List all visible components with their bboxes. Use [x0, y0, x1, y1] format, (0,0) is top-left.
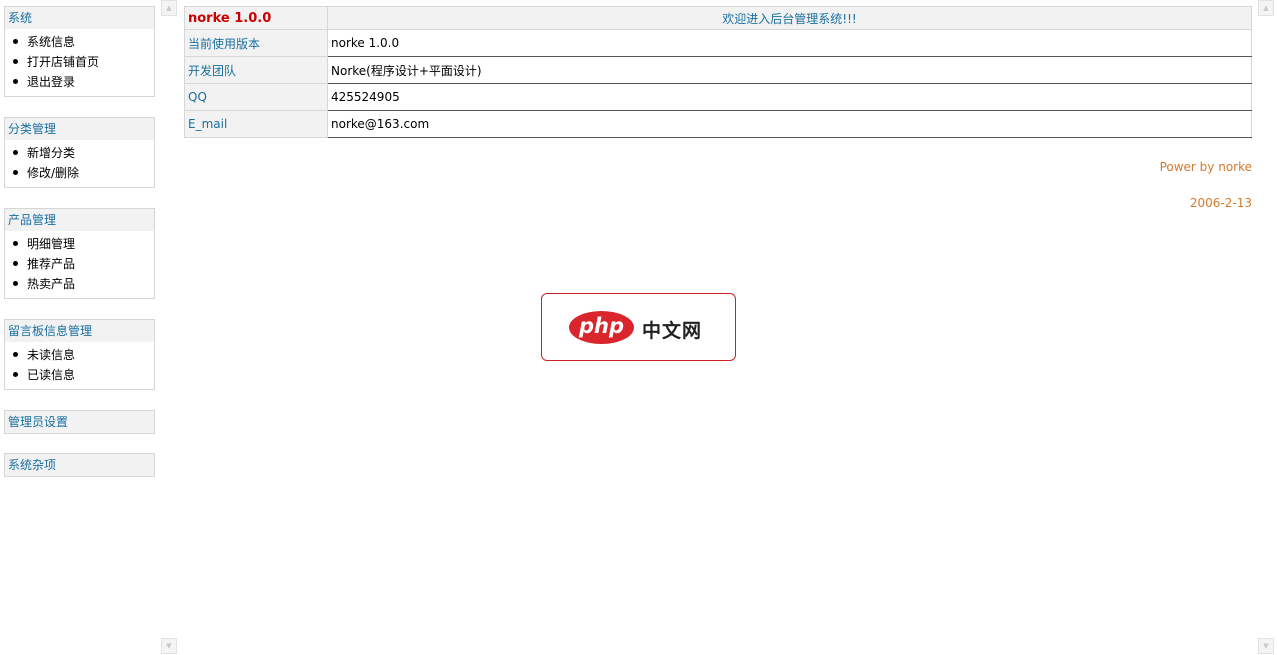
menu-item-logout[interactable]: 退出登录 — [5, 72, 154, 92]
php-logo-oval: php — [569, 311, 634, 344]
row-value: norke 1.0.0 — [327, 29, 1252, 57]
table-row: E_mail norke@163.com — [184, 110, 1252, 138]
menu-group-title[interactable]: 管理员设置 — [5, 411, 154, 433]
menu-item-add-category[interactable]: 新增分类 — [5, 143, 154, 163]
row-label: 当前使用版本 — [184, 29, 328, 57]
table-row: QQ 425524905 — [184, 83, 1252, 111]
system-info-table: norke 1.0.0 欢迎进入后台管理系统!!! 当前使用版本 norke 1… — [184, 6, 1252, 138]
menu-group-category: 分类管理 新增分类 修改/删除 — [4, 117, 155, 188]
menu-item-system-info[interactable]: 系统信息 — [5, 32, 154, 52]
bullet-icon — [13, 170, 18, 175]
row-label: E_mail — [184, 110, 328, 138]
table-row: 开发团队 Norke(程序设计+平面设计) — [184, 56, 1252, 84]
menu-group-title[interactable]: 系统 — [5, 7, 154, 29]
menu-group-title[interactable]: 分类管理 — [5, 118, 154, 140]
row-label: 开发团队 — [184, 56, 328, 84]
date-text: 2006-2-13 — [1189, 196, 1252, 210]
menu-item-unread[interactable]: 未读信息 — [5, 345, 154, 365]
power-by-text: Power by norke — [1159, 160, 1252, 174]
bullet-icon — [13, 59, 18, 64]
scroll-down-arrow-icon[interactable]: ▼ — [1258, 638, 1274, 654]
bullet-icon — [13, 79, 18, 84]
sidebar-menu: 系统 系统信息 打开店铺首页 退出登录 分类管理 新增分类 修改/删除 产品管理… — [0, 0, 160, 655]
menu-item-open-shop[interactable]: 打开店铺首页 — [5, 52, 154, 72]
row-value: 425524905 — [327, 83, 1252, 111]
bullet-icon — [13, 39, 18, 44]
bullet-icon — [13, 241, 18, 246]
bullet-icon — [13, 352, 18, 357]
menu-item-hot[interactable]: 热卖产品 — [5, 274, 154, 294]
menu-item-recommended[interactable]: 推荐产品 — [5, 254, 154, 274]
scroll-up-arrow-icon[interactable]: ▲ — [161, 0, 177, 16]
menu-group-title[interactable]: 留言板信息管理 — [5, 320, 154, 342]
row-label: QQ — [184, 83, 328, 111]
menu-group-system: 系统 系统信息 打开店铺首页 退出登录 — [4, 6, 155, 97]
table-header-row: norke 1.0.0 欢迎进入后台管理系统!!! — [184, 6, 1252, 30]
table-row: 当前使用版本 norke 1.0.0 — [184, 29, 1252, 57]
menu-item-read[interactable]: 已读信息 — [5, 365, 154, 385]
php-cn-logo: php 中文网 — [541, 293, 736, 361]
menu-group-title[interactable]: 系统杂项 — [5, 454, 154, 476]
row-value: Norke(程序设计+平面设计) — [327, 56, 1252, 84]
bullet-icon — [13, 372, 18, 377]
bullet-icon — [13, 150, 18, 155]
bullet-icon — [13, 261, 18, 266]
menu-group-admin: 管理员设置 — [4, 410, 155, 434]
row-value: norke@163.com — [327, 110, 1252, 138]
menu-item-detail[interactable]: 明细管理 — [5, 234, 154, 254]
menu-group-title[interactable]: 产品管理 — [5, 209, 154, 231]
bullet-icon — [13, 281, 18, 286]
menu-group-product: 产品管理 明细管理 推荐产品 热卖产品 — [4, 208, 155, 299]
scroll-up-arrow-icon[interactable]: ▲ — [1258, 0, 1274, 16]
menu-group-guestbook: 留言板信息管理 未读信息 已读信息 — [4, 319, 155, 390]
menu-group-misc: 系统杂项 — [4, 453, 155, 477]
scroll-down-arrow-icon[interactable]: ▼ — [161, 638, 177, 654]
menu-item-edit-category[interactable]: 修改/删除 — [5, 163, 154, 183]
version-title: norke 1.0.0 — [184, 6, 328, 30]
logo-cn-text: 中文网 — [642, 320, 703, 342]
welcome-text: 欢迎进入后台管理系统!!! — [327, 6, 1252, 30]
